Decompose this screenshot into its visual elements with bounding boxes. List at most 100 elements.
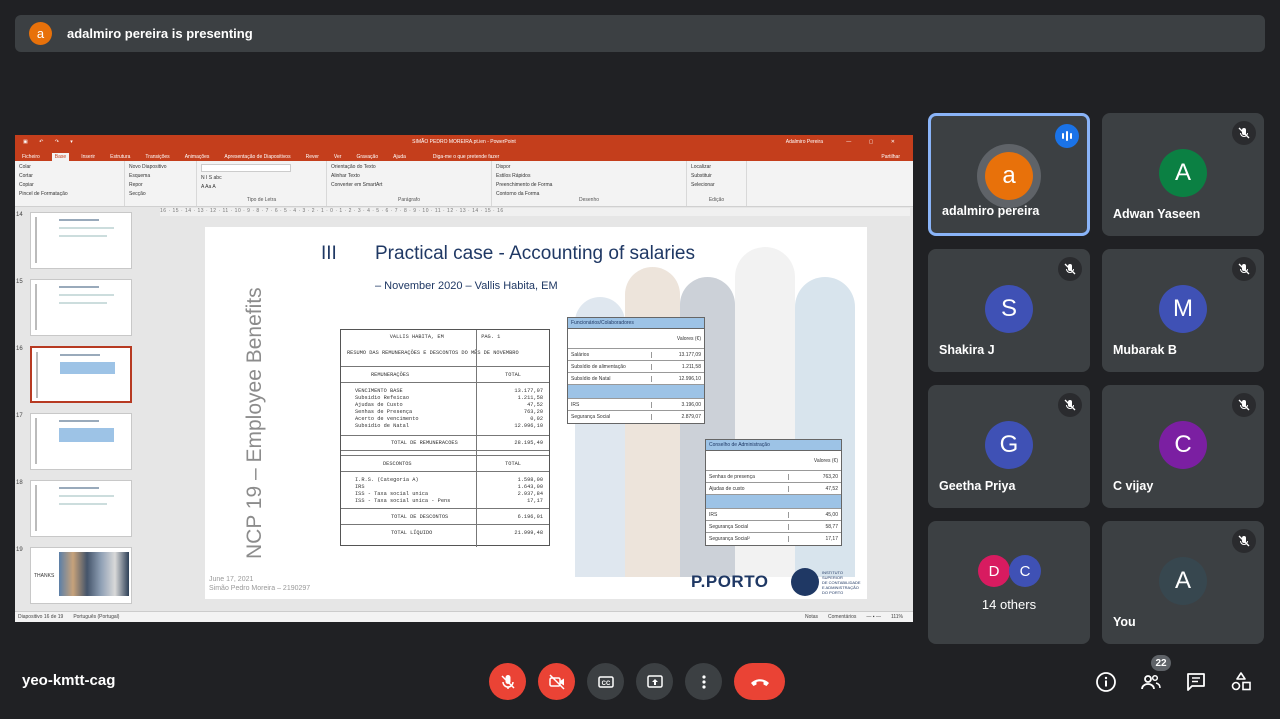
comments-button[interactable]: Comentários bbox=[828, 614, 856, 620]
tell-me-box[interactable]: Diga-me o que pretende fazer bbox=[430, 153, 502, 161]
cut-button[interactable]: Cortar bbox=[19, 173, 120, 179]
speaking-indicator-icon bbox=[1055, 124, 1079, 148]
footer-date: June 17, 2021 bbox=[209, 576, 254, 583]
thumb-number: 17 bbox=[16, 413, 23, 419]
user-name: Adalmiro Pereira bbox=[785, 139, 823, 145]
ledger-company: VALLIS HABITA, EM bbox=[389, 334, 444, 340]
present-screen-button[interactable] bbox=[636, 663, 673, 700]
avatar: M bbox=[1159, 285, 1207, 333]
thumb-number: 19 bbox=[16, 547, 23, 553]
mic-off-icon bbox=[1232, 529, 1256, 553]
slide-thumbnail-16[interactable] bbox=[30, 346, 132, 403]
ribbon-group-drawing-name: Desenho bbox=[578, 197, 599, 203]
more-options-button[interactable] bbox=[685, 663, 722, 700]
tab-base[interactable]: Base bbox=[51, 153, 70, 161]
more-vertical-icon bbox=[701, 674, 706, 689]
layout-button[interactable]: Esquema bbox=[129, 173, 192, 179]
slide-thumbnail-17[interactable] bbox=[30, 413, 132, 470]
participant-count-badge: 22 bbox=[1151, 655, 1171, 671]
participants-button[interactable] bbox=[1136, 667, 1166, 697]
tab-rever[interactable]: Rever bbox=[303, 153, 322, 161]
arrange-button[interactable]: Dispor bbox=[496, 164, 682, 170]
slide-thumbnail-14[interactable] bbox=[30, 212, 132, 269]
captions-icon: CC bbox=[597, 675, 614, 688]
text-direction-button[interactable]: Orientação do Texto bbox=[331, 164, 487, 170]
font-name-input[interactable] bbox=[201, 164, 291, 172]
thumb-number: 16 bbox=[16, 346, 23, 352]
language-indicator[interactable]: Português (Portugal) bbox=[73, 614, 119, 620]
avatar: A bbox=[1159, 557, 1207, 605]
notes-button[interactable]: Notas bbox=[805, 614, 818, 620]
new-slide-button[interactable]: Novo Diapositivo bbox=[129, 164, 192, 170]
zoom-level[interactable]: 111% bbox=[891, 614, 903, 620]
tab-inserir[interactable]: Inserir bbox=[78, 153, 98, 161]
font-style-buttons[interactable]: N I S abc bbox=[201, 175, 322, 181]
ribbon-group-editing: Localizar Substituir Selecionar Edição bbox=[687, 161, 747, 206]
slide-thumbnails-panel[interactable]: 14 15 16 17 18 19 THANKS bbox=[15, 208, 155, 611]
reset-button[interactable]: Repor bbox=[129, 182, 192, 188]
shared-screen[interactable]: ▣ ↶ ↷ ▾ SIMÃO PEDRO MOREIRA.pt.ien - Pow… bbox=[15, 135, 913, 622]
shape-fill-button[interactable]: Preenchimento de Forma bbox=[496, 182, 682, 188]
ribbon-group-drawing: Dispor Estilos Rápidos Preenchimento de … bbox=[492, 161, 687, 206]
slide-subtitle: – November 2020 – Vallis Habita, EM bbox=[375, 280, 558, 292]
participant-tile-shakira[interactable]: S Shakira J bbox=[928, 249, 1090, 372]
ledger-total-liq: TOTAL LÍQUIDO 21.999,48 bbox=[391, 530, 543, 536]
participant-tile-geetha[interactable]: G Geetha Priya bbox=[928, 385, 1090, 508]
section-button[interactable]: Secção bbox=[129, 191, 192, 197]
share-button[interactable]: Partilhar bbox=[878, 153, 903, 161]
zoom-slider[interactable]: — ▪ — bbox=[866, 614, 881, 620]
thumb-number: 14 bbox=[16, 212, 23, 218]
others-tile[interactable]: D C 14 others bbox=[928, 521, 1090, 644]
captions-button[interactable]: CC bbox=[587, 663, 624, 700]
ledger-summary: RESUMO DAS REMUNERAÇÕES E DESCONTOS DO M… bbox=[347, 350, 519, 356]
find-button[interactable]: Localizar bbox=[691, 164, 742, 170]
chat-button[interactable] bbox=[1181, 667, 1211, 697]
ribbon-group-slides: Novo Diapositivo Esquema Repor Secção bbox=[125, 161, 197, 206]
slide-thumbnail-15[interactable] bbox=[30, 279, 132, 336]
leave-call-button[interactable] bbox=[734, 663, 785, 700]
powerpoint-status-bar: Diapositivo 16 de 19 Português (Portugal… bbox=[15, 611, 913, 622]
tab-estrutura[interactable]: Estrutura bbox=[107, 153, 133, 161]
ribbon-group-paragraph: Orientação do Texto Alinhar Texto Conver… bbox=[327, 161, 492, 206]
tab-animacoes[interactable]: Animações bbox=[182, 153, 213, 161]
staff-table: Funcionários/Colaboradores Valores (€) S… bbox=[567, 317, 705, 424]
font-size-buttons[interactable]: A Aa A bbox=[201, 184, 322, 190]
participant-tile-you[interactable]: A You bbox=[1102, 521, 1264, 644]
replace-button[interactable]: Substituir bbox=[691, 173, 742, 179]
camera-toggle-button[interactable] bbox=[538, 663, 575, 700]
smartart-button[interactable]: Converter em SmartArt bbox=[331, 182, 487, 188]
participant-tile-adalmiro[interactable]: a adalmiro pereira bbox=[928, 113, 1090, 236]
participant-tile-cvijay[interactable]: C C vijay bbox=[1102, 385, 1264, 508]
participant-tile-adwan[interactable]: A Adwan Yaseen bbox=[1102, 113, 1264, 236]
ledger-row: IRS 1.643,00 bbox=[355, 484, 543, 490]
participant-name: C vijay bbox=[1113, 479, 1154, 493]
hang-up-icon bbox=[750, 678, 769, 686]
slide-thumbnail-19[interactable]: THANKS bbox=[30, 547, 132, 604]
activities-button[interactable] bbox=[1226, 667, 1256, 697]
ribbon-group-editing-name: Edição bbox=[708, 197, 725, 203]
format-painter-button[interactable]: Pincel de Formatação bbox=[19, 191, 120, 197]
tab-ver[interactable]: Ver bbox=[331, 153, 345, 161]
participant-tile-mubarak[interactable]: M Mubarak B bbox=[1102, 249, 1264, 372]
slide-thumbnail-18[interactable] bbox=[30, 480, 132, 537]
window-title: SIMÃO PEDRO MOREIRA.pt.ien - PowerPoint bbox=[412, 139, 516, 145]
ledger-row: VENCIMENTO BASE 13.177,07 bbox=[355, 388, 543, 394]
quick-styles-button[interactable]: Estilos Rápidos bbox=[496, 173, 682, 179]
window-controls[interactable]: — ▢ ✕ bbox=[846, 139, 903, 145]
meeting-details-button[interactable] bbox=[1091, 667, 1121, 697]
staff-row: Subsídio de Natal 12.996,10 bbox=[568, 373, 704, 385]
align-text-button[interactable]: Alinhar Texto bbox=[331, 173, 487, 179]
paste-button[interactable]: Colar bbox=[19, 164, 120, 170]
tab-ficheiro[interactable]: Ficheiro bbox=[19, 153, 43, 161]
tab-apresentacao[interactable]: Apresentação de Diapositivos bbox=[221, 153, 293, 161]
ribbon-tabs: Ficheiro Base Inserir Estrutura Transiçõ… bbox=[15, 149, 913, 161]
copy-button[interactable]: Copiar bbox=[19, 182, 120, 188]
tab-transicoes[interactable]: Transições bbox=[142, 153, 172, 161]
mic-toggle-button[interactable] bbox=[489, 663, 526, 700]
current-slide[interactable]: III Practical case - Accounting of salar… bbox=[205, 227, 867, 599]
select-button[interactable]: Selecionar bbox=[691, 182, 742, 188]
board-table: Conselho de Administração Valores (€) Se… bbox=[705, 439, 842, 546]
tab-gravacao[interactable]: Gravação bbox=[353, 153, 381, 161]
institute-name: INSTITUTO SUPERIOR DE CONTABILIDADE E AD… bbox=[822, 570, 861, 595]
tab-ajuda[interactable]: Ajuda bbox=[390, 153, 409, 161]
